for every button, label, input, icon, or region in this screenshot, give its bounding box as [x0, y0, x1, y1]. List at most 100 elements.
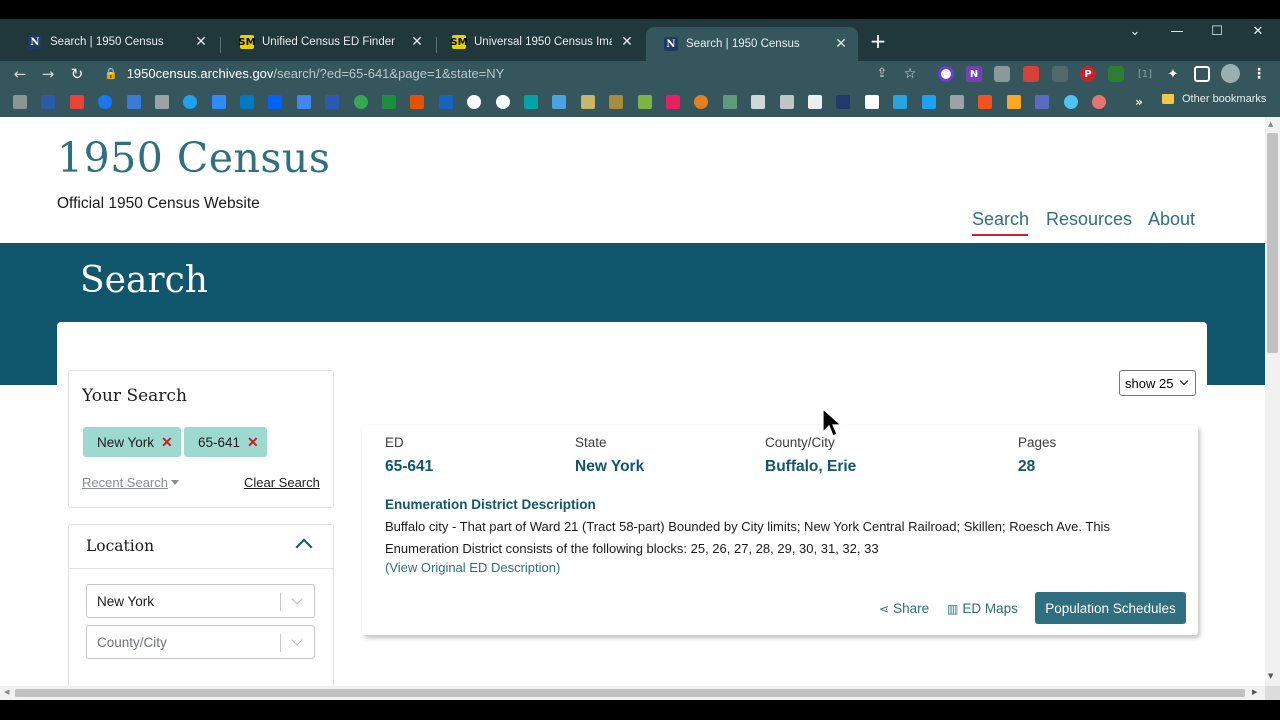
more-bookmarks-icon[interactable]: » [1131, 94, 1147, 110]
county-select[interactable]: County/City [86, 625, 315, 659]
bookmark-icon[interactable] [723, 95, 737, 109]
avatar[interactable] [1221, 64, 1240, 83]
extension-green-icon[interactable] [1108, 66, 1124, 82]
maximize-icon[interactable]: ☐ [1200, 22, 1234, 42]
filter-chip-state[interactable]: New York ✕ [83, 427, 181, 457]
bookmark-star-icon[interactable]: ☆ [899, 63, 921, 85]
tab-4-active[interactable]: N Search | 1950 Census ✕ [646, 27, 858, 61]
other-bookmarks[interactable]: Other bookmarks [1162, 93, 1266, 105]
tab-search-chevron-icon[interactable]: ⌄ [1118, 22, 1152, 42]
url-field[interactable]: 🔒 1950census.archives.gov/search/?ed=65-… [104, 62, 934, 85]
nav-about[interactable]: About [1148, 209, 1195, 230]
close-icon[interactable]: ✕ [194, 34, 208, 50]
recent-search-toggle[interactable]: Recent Search [82, 475, 168, 490]
ed-maps-button[interactable]: ▥ ED Maps [947, 601, 1018, 616]
dropbox-bookmark-icon[interactable] [268, 95, 282, 109]
bookmark-icon[interactable] [609, 95, 623, 109]
new-tab-icon[interactable]: + [868, 30, 888, 52]
back-icon[interactable]: ← [9, 63, 31, 85]
state-select[interactable]: New York [86, 584, 315, 618]
nav-resources[interactable]: Resources [1046, 209, 1132, 230]
population-schedules-button[interactable]: Population Schedules [1035, 592, 1186, 624]
bookmark-icon[interactable] [780, 95, 794, 109]
zoom-bookmark-icon[interactable] [212, 95, 226, 109]
tab-3[interactable]: SM Universal 1950 Census Image Vie ✕ [434, 27, 644, 57]
bookmark-icon[interactable] [155, 95, 169, 109]
bookmark-icon[interactable] [666, 95, 680, 109]
maps-bookmark-icon[interactable] [354, 95, 368, 109]
bookmark-icon[interactable] [1035, 95, 1049, 109]
extension-grid-icon[interactable] [994, 66, 1010, 82]
forward-icon[interactable]: → [37, 63, 59, 85]
bookmark-icon[interactable] [694, 95, 708, 109]
bookmark-icon[interactable] [638, 95, 652, 109]
bookmark-icon[interactable] [836, 95, 850, 109]
window-close-icon[interactable]: ✕ [1241, 22, 1275, 42]
bookmark-icon[interactable] [978, 95, 992, 109]
twitter-bookmark-icon[interactable] [922, 95, 936, 109]
bookmark-icon[interactable] [13, 95, 27, 109]
tab-strip: N Search | 1950 Census ✕ SM Unified Cens… [0, 19, 1280, 61]
bookmark-icon[interactable] [1007, 95, 1021, 109]
notion-bookmark-icon[interactable] [865, 95, 879, 109]
remove-icon[interactable]: ✕ [247, 434, 259, 451]
filter-chip-ed[interactable]: 65-641 ✕ [184, 427, 267, 457]
pinterest-extension-icon[interactable]: P [1080, 66, 1096, 82]
tab-1[interactable]: N Search | 1950 Census ✕ [10, 27, 218, 57]
close-icon[interactable]: ✕ [410, 34, 424, 50]
bookmark-icon[interactable] [410, 95, 424, 109]
caret-down-icon[interactable] [171, 480, 179, 485]
close-icon[interactable]: ✕ [620, 34, 634, 50]
tab-2[interactable]: SM Unified Census ED Finder ✕ [222, 27, 434, 57]
menu-kebab-icon[interactable]: ⋮ [1251, 66, 1267, 82]
share-page-icon[interactable]: ⇪ [871, 63, 893, 85]
twitter-bookmark-icon[interactable] [183, 95, 197, 109]
reload-icon[interactable]: ↻ [66, 63, 88, 85]
extension-circle-icon[interactable] [938, 66, 954, 82]
bookmark-icon[interactable] [297, 95, 311, 109]
results-per-page-select[interactable]: show 25 [1119, 370, 1196, 396]
chevron-down-icon [291, 634, 303, 646]
trello-bookmark-icon[interactable] [240, 95, 254, 109]
nav-search[interactable]: Search [972, 209, 1029, 230]
bookmark-icon[interactable] [1064, 95, 1078, 109]
scroll-down-icon[interactable]: ▼ [1268, 672, 1273, 680]
bookmark-icon[interactable] [808, 95, 822, 109]
minimize-icon[interactable]: — [1160, 22, 1194, 42]
extension-stack-icon[interactable] [1052, 66, 1068, 82]
remove-icon[interactable]: ✕ [161, 434, 173, 451]
bookmark-icon[interactable] [382, 95, 396, 109]
bookmark-icon[interactable] [41, 95, 55, 109]
bookmark-icon[interactable] [325, 95, 339, 109]
extension-bracket-icon[interactable]: [1] [1137, 66, 1153, 82]
horizontal-scrollbar-thumb[interactable] [15, 689, 1245, 697]
bookmark-icon[interactable] [893, 95, 907, 109]
onenote-extension-icon[interactable]: N [966, 66, 982, 82]
scroll-up-icon[interactable]: ▲ [1268, 120, 1273, 128]
bookmark-icon[interactable] [581, 95, 595, 109]
close-icon[interactable]: ✕ [834, 36, 848, 52]
vertical-scrollbar-thumb[interactable] [1267, 133, 1278, 353]
extension-red-icon[interactable] [1023, 66, 1039, 82]
bookmark-icon[interactable] [524, 95, 538, 109]
bookmark-icon[interactable] [496, 95, 510, 109]
scroll-right-icon[interactable]: ▶ [1252, 688, 1257, 696]
clear-search-link[interactable]: Clear Search [244, 475, 320, 490]
gmail-bookmark-icon[interactable] [70, 95, 84, 109]
bookmark-icon[interactable] [1092, 95, 1106, 109]
scroll-left-icon[interactable]: ◀ [4, 688, 9, 696]
bookmark-icon[interactable] [127, 95, 141, 109]
bookmark-icon[interactable] [439, 95, 453, 109]
location-title[interactable]: Location [86, 537, 154, 555]
share-button[interactable]: ⋖ Share [879, 601, 929, 616]
url-host: 1950census.archives.gov [126, 66, 274, 81]
side-panel-icon[interactable] [1194, 66, 1210, 82]
facebook-bookmark-icon[interactable] [98, 95, 112, 109]
bookmark-icon[interactable] [467, 95, 481, 109]
site-title[interactable]: 1950 Census [57, 134, 330, 182]
bookmark-icon[interactable] [552, 95, 566, 109]
view-original-description-link[interactable]: (View Original ED Description) [385, 560, 560, 575]
bookmark-icon[interactable] [751, 95, 765, 109]
puzzle-extensions-icon[interactable]: ✦ [1165, 66, 1181, 82]
bookmark-icon[interactable] [950, 95, 964, 109]
